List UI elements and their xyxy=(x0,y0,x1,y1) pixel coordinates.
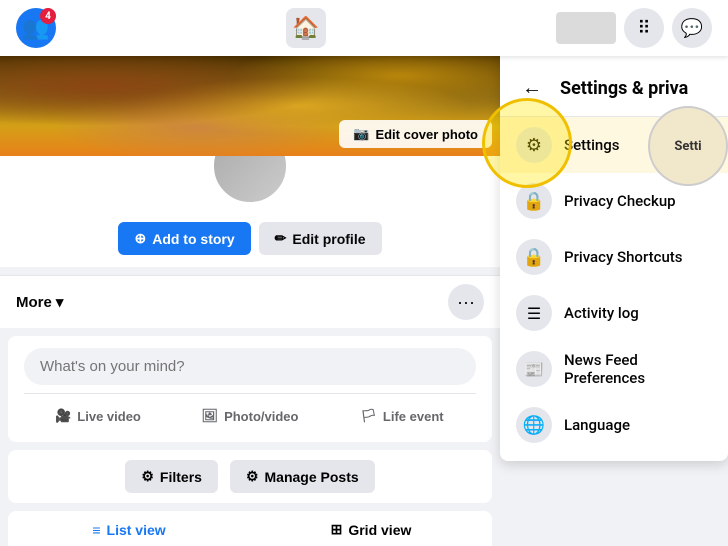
settings-dropdown: ← Settings & priva ⚙ Settings 🔒 Privacy … xyxy=(500,56,728,461)
photo-icon: 🖼 xyxy=(202,408,219,424)
chevron-down-icon: ▾ xyxy=(56,293,64,311)
filter-icon: ⚙ xyxy=(141,468,154,485)
settings-label: Settings xyxy=(564,136,620,154)
more-bar: More ▾ ··· xyxy=(0,275,500,328)
privacy-checkup-icon: 🔒 xyxy=(516,183,552,219)
activity-log-icon: ☰ xyxy=(516,295,552,331)
manage-posts-icon: ⚙ xyxy=(246,468,259,485)
photo-video-button[interactable]: 🖼 Photo/video xyxy=(176,402,324,430)
grid-menu-icon[interactable]: ⠿ xyxy=(624,8,664,48)
news-feed-prefs-menu-item[interactable]: 📰 News Feed Preferences xyxy=(500,341,728,397)
edit-profile-label: Edit profile xyxy=(292,231,365,247)
plus-icon: ⊕ xyxy=(134,230,146,247)
list-view-tab[interactable]: ≡ List view xyxy=(8,511,250,546)
more-button[interactable]: More ▾ xyxy=(16,293,63,311)
topbar-right: ⠿ 💬 xyxy=(556,8,712,48)
privacy-checkup-menu-item[interactable]: 🔒 Privacy Checkup xyxy=(500,173,728,229)
more-label: More xyxy=(16,294,52,311)
live-video-icon: 🎥 xyxy=(55,408,71,424)
life-event-icon: 🏳 xyxy=(360,408,377,424)
filters-row: ⚙ Filters ⚙ Manage Posts xyxy=(8,450,492,503)
right-panel: ← Settings & priva ⚙ Settings 🔒 Privacy … xyxy=(500,56,728,546)
profile-name-blur xyxy=(556,12,616,44)
language-menu-item[interactable]: 🌐 Language xyxy=(500,397,728,453)
edit-cover-label: Edit cover photo xyxy=(375,127,478,142)
privacy-shortcuts-menu-item[interactable]: 🔒 Privacy Shortcuts xyxy=(500,229,728,285)
manage-posts-label: Manage Posts xyxy=(265,469,359,485)
left-panel: 📷 Edit cover photo ⊕ Add to story ✏ Edit… xyxy=(0,56,500,546)
dots-icon: ··· xyxy=(457,292,475,313)
settings-menu-icon: ⚙ xyxy=(516,127,552,163)
topbar: 👥 4 🏠 ⠿ 💬 xyxy=(0,0,728,56)
notifications-icon[interactable]: 👥 4 xyxy=(16,8,56,48)
activity-log-label: Activity log xyxy=(564,304,639,322)
dropdown-title: Settings & priva xyxy=(560,78,688,99)
life-event-button[interactable]: 🏳 Life event xyxy=(328,402,476,430)
settings-menu-item[interactable]: ⚙ Settings xyxy=(500,117,728,173)
news-feed-label: News Feed Preferences xyxy=(564,351,712,387)
grid-view-tab[interactable]: ⊞ Grid view xyxy=(250,511,492,546)
topbar-center: 🏠 xyxy=(286,8,326,48)
back-button[interactable]: ← xyxy=(516,72,548,104)
language-icon: 🌐 xyxy=(516,407,552,443)
language-label: Language xyxy=(564,416,630,434)
cover-photo-area: 📷 Edit cover photo xyxy=(0,56,500,156)
edit-cover-photo-button[interactable]: 📷 Edit cover photo xyxy=(339,120,492,148)
whats-on-mind-section: 🎥 Live video 🖼 Photo/video 🏳 Life event xyxy=(8,336,492,442)
pencil-icon: ✏ xyxy=(275,230,287,247)
more-options-button[interactable]: ··· xyxy=(448,284,484,320)
filters-button[interactable]: ⚙ Filters xyxy=(125,460,218,493)
topbar-left: 👥 4 xyxy=(16,8,56,48)
messenger-icon[interactable]: 💬 xyxy=(672,8,712,48)
add-story-label: Add to story xyxy=(152,231,234,247)
whats-on-mind-input[interactable] xyxy=(24,348,476,385)
live-video-label: Live video xyxy=(77,409,141,424)
notification-badge: 4 xyxy=(40,8,56,24)
privacy-checkup-label: Privacy Checkup xyxy=(564,192,676,210)
news-feed-icon: 📰 xyxy=(516,351,552,387)
life-event-label: Life event xyxy=(383,409,444,424)
add-to-story-button[interactable]: ⊕ Add to story xyxy=(118,222,250,255)
grid-view-label: Grid view xyxy=(348,522,411,538)
back-icon: ← xyxy=(522,77,542,100)
profile-actions: ⊕ Add to story ✏ Edit profile xyxy=(118,222,381,255)
profile-section: ⊕ Add to story ✏ Edit profile xyxy=(0,156,500,267)
grid-view-icon: ⊞ xyxy=(331,521,343,538)
dropdown-header: ← Settings & priva xyxy=(500,64,728,117)
privacy-shortcuts-icon: 🔒 xyxy=(516,239,552,275)
home-icon[interactable]: 🏠 xyxy=(286,8,326,48)
edit-profile-button[interactable]: ✏ Edit profile xyxy=(259,222,382,255)
live-video-button[interactable]: 🎥 Live video xyxy=(24,402,172,430)
manage-posts-button[interactable]: ⚙ Manage Posts xyxy=(230,460,375,493)
post-options-row: 🎥 Live video 🖼 Photo/video 🏳 Life event xyxy=(24,393,476,430)
list-view-icon: ≡ xyxy=(92,522,100,538)
camera-icon: 📷 xyxy=(353,126,369,142)
main-content: 📷 Edit cover photo ⊕ Add to story ✏ Edit… xyxy=(0,56,728,546)
view-tabs: ≡ List view ⊞ Grid view xyxy=(8,511,492,546)
filters-label: Filters xyxy=(160,469,202,485)
photo-video-label: Photo/video xyxy=(224,409,298,424)
privacy-shortcuts-label: Privacy Shortcuts xyxy=(564,248,683,266)
list-view-label: List view xyxy=(107,522,166,538)
activity-log-menu-item[interactable]: ☰ Activity log xyxy=(500,285,728,341)
